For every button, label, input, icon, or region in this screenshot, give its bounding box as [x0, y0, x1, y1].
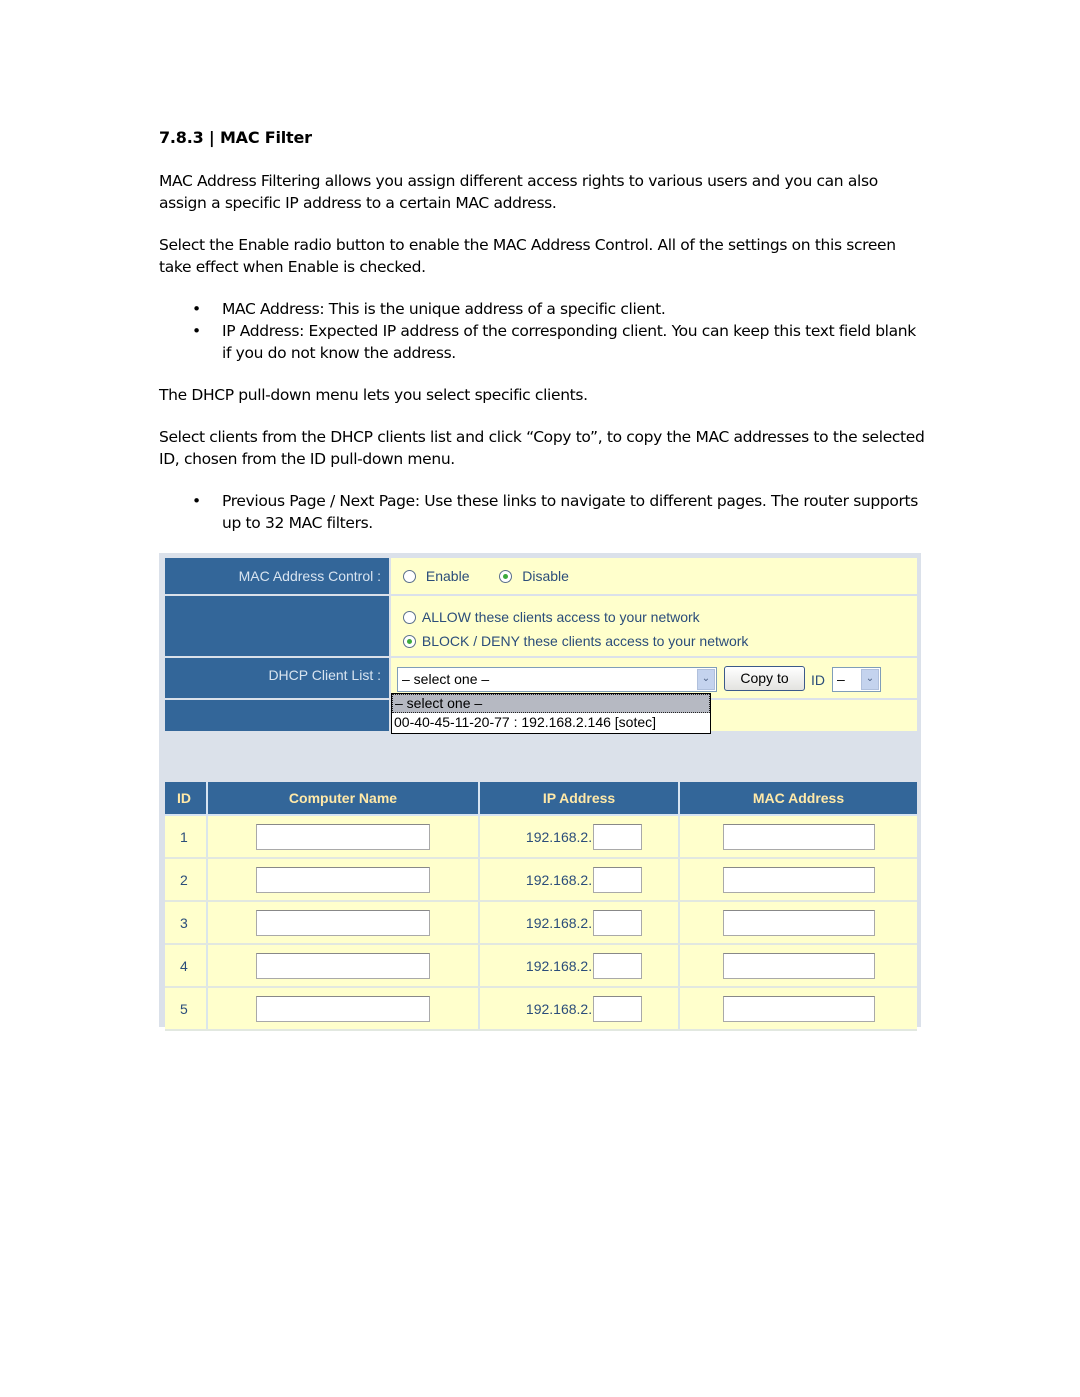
table-header-row: ID Computer Name IP Address MAC Address — [165, 782, 917, 816]
ip-prefix: 192.168.2. — [525, 1000, 593, 1017]
header-mac-address: MAC Address — [679, 782, 917, 816]
table-row: 4 192.168.2. — [165, 944, 917, 988]
bullet-icon: • — [192, 492, 201, 510]
ip-prefix: 192.168.2. — [525, 828, 593, 845]
dhcp-label: DHCP Client List : — [165, 658, 389, 698]
mac-address-cell — [679, 858, 917, 902]
ip-address-cell: 192.168.2. — [479, 901, 680, 945]
dhcp-client-dropdown-list: – select one – 00-40-45-11-20-77 : 192.1… — [391, 693, 711, 734]
header-id: ID — [165, 782, 208, 816]
ip-address-cell: 192.168.2. — [479, 815, 680, 859]
mac-address-input[interactable] — [722, 909, 875, 936]
allow-label: ALLOW these clients access to your netwo… — [421, 609, 700, 625]
chevron-down-icon[interactable]: ⌄ — [861, 669, 879, 690]
ip-prefix: 192.168.2. — [525, 914, 593, 931]
ip-suffix-input[interactable] — [593, 952, 643, 979]
navigation-bullet-list: • Previous Page / Next Page: Use these li… — [159, 490, 929, 534]
mac-address-input[interactable] — [722, 995, 875, 1022]
dhcp-controls: – select one – ⌄ Copy to ID – ⌄ — [391, 658, 917, 698]
enable-radio-option[interactable]: Enable — [403, 568, 473, 584]
header-computer-name: Computer Name — [207, 782, 480, 816]
dropdown-option[interactable]: 00-40-45-11-20-77 : 192.168.2.146 [sotec… — [392, 713, 710, 732]
bullet-icon: • — [192, 300, 201, 318]
enable-paragraph: Select the Enable radio button to enable… — [159, 236, 896, 276]
table-body: 1 192.168.2. 2 192.168.2. 3 192.168.2. 4 192.16… — [165, 815, 917, 1031]
list-item: • MAC Address: This is the unique address… — [192, 300, 666, 318]
disable-label: Disable — [522, 568, 569, 584]
mac-address-input[interactable] — [722, 823, 875, 850]
ip-prefix: 192.168.2. — [525, 957, 593, 974]
copy-to-button[interactable]: Copy to — [724, 666, 805, 691]
computer-name-cell — [207, 858, 480, 902]
chevron-down-icon[interactable]: ⌄ — [697, 669, 715, 690]
intro-paragraph: MAC Address Filtering allows you assign … — [159, 172, 878, 212]
policy-label-cell — [165, 596, 389, 656]
dhcp-paragraph: The DHCP pull-down menu lets you select … — [159, 386, 588, 404]
mac-address-cell — [679, 944, 917, 988]
list-item: • Previous Page / Next Page: Use these li… — [192, 492, 918, 532]
enable-label: Enable — [425, 568, 470, 584]
dhcp-list-label-cell — [165, 700, 389, 731]
field-bullet-list: • MAC Address: This is the unique address… — [159, 298, 929, 364]
computer-name-cell — [207, 987, 480, 1031]
computer-name-cell — [207, 815, 480, 859]
row-id: 4 — [165, 944, 208, 988]
bullet-icon: • — [192, 322, 201, 340]
mac-address-cell — [679, 987, 917, 1031]
computer-name-cell — [207, 944, 480, 988]
mac-control-label: MAC Address Control : — [165, 558, 389, 594]
header-ip-address: IP Address — [479, 782, 680, 816]
mac-address-cell — [679, 815, 917, 859]
mac-filter-screenshot: MAC Address Control : Enable Disable ALL… — [159, 553, 921, 1031]
block-label: BLOCK / DENY these clients access to you… — [421, 633, 749, 649]
ip-address-cell: 192.168.2. — [479, 858, 680, 902]
row-id: 5 — [165, 987, 208, 1031]
dhcp-row: DHCP Client List : – select one – ⌄ Copy… — [165, 658, 917, 698]
mac-address-input[interactable] — [722, 866, 875, 893]
computer-name-input[interactable] — [256, 952, 430, 979]
list-item: • IP Address: Expected IP address of the … — [192, 322, 916, 362]
table-row: 3 192.168.2. — [165, 901, 917, 945]
allow-radio[interactable] — [403, 611, 416, 624]
dropdown-option[interactable]: – select one – — [392, 694, 710, 713]
mac-control-row: MAC Address Control : Enable Disable — [165, 558, 917, 594]
row-id: 1 — [165, 815, 208, 859]
id-selected-value: – — [837, 671, 845, 687]
row-id: 3 — [165, 901, 208, 945]
ip-suffix-input[interactable] — [593, 909, 643, 936]
allow-radio-option[interactable]: ALLOW these clients access to your netwo… — [403, 605, 917, 629]
copy-paragraph: Select clients from the DHCP clients lis… — [159, 428, 925, 468]
computer-name-input[interactable] — [256, 823, 430, 850]
table-row: 1 192.168.2. — [165, 815, 917, 859]
policy-options: ALLOW these clients access to your netwo… — [391, 596, 917, 656]
computer-name-cell — [207, 901, 480, 945]
dhcp-client-select[interactable]: – select one – ⌄ — [397, 667, 717, 692]
mac-control-options: Enable Disable — [391, 558, 917, 594]
block-radio-option[interactable]: BLOCK / DENY these clients access to you… — [403, 629, 917, 653]
computer-name-input[interactable] — [256, 866, 430, 893]
table-row: 2 192.168.2. — [165, 858, 917, 902]
disable-radio-option[interactable]: Disable — [499, 568, 569, 584]
ip-suffix-input[interactable] — [593, 866, 643, 893]
computer-name-input[interactable] — [256, 909, 430, 936]
disable-radio[interactable] — [499, 570, 513, 583]
section-heading: 7.8.3 | MAC Filter — [159, 128, 312, 147]
mac-address-input[interactable] — [722, 952, 875, 979]
ip-suffix-input[interactable] — [593, 823, 643, 850]
ip-suffix-input[interactable] — [593, 995, 643, 1022]
mac-filter-table: ID Computer Name IP Address MAC Address … — [165, 782, 917, 1031]
computer-name-input[interactable] — [256, 995, 430, 1022]
id-select[interactable]: – ⌄ — [832, 667, 881, 692]
policy-row: ALLOW these clients access to your netwo… — [165, 596, 917, 656]
ip-address-cell: 192.168.2. — [479, 987, 680, 1031]
table-row: 5 192.168.2. — [165, 987, 917, 1031]
dhcp-selected-value: – select one – — [402, 671, 490, 687]
id-label: ID — [811, 672, 825, 688]
row-id: 2 — [165, 858, 208, 902]
enable-radio[interactable] — [403, 570, 416, 583]
ip-prefix: 192.168.2. — [525, 871, 593, 888]
mac-address-cell — [679, 901, 917, 945]
block-radio[interactable] — [403, 635, 416, 648]
ip-address-cell: 192.168.2. — [479, 944, 680, 988]
